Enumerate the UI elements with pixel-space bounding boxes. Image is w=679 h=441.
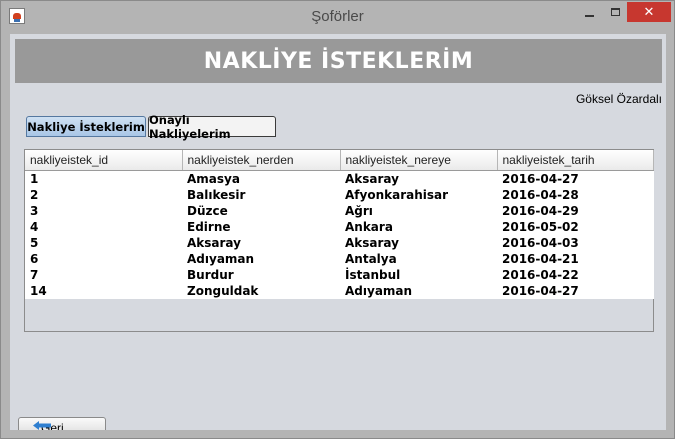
cell-id[interactable]: 2 (25, 187, 182, 203)
maximize-icon (610, 8, 620, 16)
page-title: NAKLİYE İSTEKLERİM (15, 39, 662, 83)
tab-nakliye-isteklerim[interactable]: Nakliye İsteklerim (26, 116, 146, 137)
cell-tarih[interactable]: 2016-04-22 (497, 267, 653, 283)
cell-tarih[interactable]: 2016-04-03 (497, 235, 653, 251)
cell-id[interactable]: 3 (25, 203, 182, 219)
cell-nereye[interactable]: İstanbul (340, 267, 497, 283)
back-arrow-icon (33, 421, 51, 430)
cell-tarih[interactable]: 2016-04-21 (497, 251, 653, 267)
cell-id[interactable]: 7 (25, 267, 182, 283)
cell-nereye[interactable]: Ağrı (340, 203, 497, 219)
cell-tarih[interactable]: 2016-05-02 (497, 219, 653, 235)
cell-nerden[interactable]: Aksaray (182, 235, 340, 251)
minimize-button[interactable] (576, 2, 602, 22)
window-frame: Şoförler ✕ NAKLİYE İSTEKLERİM Göksel Öza… (0, 0, 675, 439)
table-row[interactable]: 6 Adıyaman Antalya 2016-04-21 (25, 251, 653, 267)
cell-nereye[interactable]: Aksaray (340, 171, 497, 188)
window-title: Şoförler (311, 8, 364, 25)
cell-nerden[interactable]: Balıkesir (182, 187, 340, 203)
cell-nereye[interactable]: Aksaray (340, 235, 497, 251)
cell-id[interactable]: 1 (25, 171, 182, 188)
cell-id[interactable]: 6 (25, 251, 182, 267)
cell-id[interactable]: 4 (25, 219, 182, 235)
table-row[interactable]: 2 Balıkesir Afyonkarahisar 2016-04-28 (25, 187, 653, 203)
cell-nerden[interactable]: Amasya (182, 171, 340, 188)
cell-tarih[interactable]: 2016-04-29 (497, 203, 653, 219)
title-bar[interactable]: Şoförler ✕ (1, 1, 674, 35)
cell-id[interactable]: 5 (25, 235, 182, 251)
user-name: Göksel Özardalı (575, 92, 662, 106)
cell-nerden[interactable]: Burdur (182, 267, 340, 283)
table-row[interactable]: 7 Burdur İstanbul 2016-04-22 (25, 267, 653, 283)
cell-tarih[interactable]: 2016-04-28 (497, 187, 653, 203)
back-button[interactable]: Geri (18, 417, 106, 430)
cell-nereye[interactable]: Ankara (340, 219, 497, 235)
cell-nerden[interactable]: Adıyaman (182, 251, 340, 267)
requests-table[interactable]: nakliyeistek_id nakliyeistek_nerden nakl… (25, 150, 654, 299)
maximize-button[interactable] (602, 2, 628, 22)
table-row[interactable]: 5 Aksaray Aksaray 2016-04-03 (25, 235, 653, 251)
cell-nereye[interactable]: Antalya (340, 251, 497, 267)
column-header-tarih[interactable]: nakliyeistek_tarih (497, 150, 654, 171)
cell-nerden[interactable]: Zonguldak (182, 283, 340, 299)
cell-nerden[interactable]: Edirne (182, 219, 340, 235)
minimize-icon (584, 15, 594, 17)
cell-nereye[interactable]: Afyonkarahisar (340, 187, 497, 203)
cell-nerden[interactable]: Düzce (182, 203, 340, 219)
tab-panel: nakliyeistek_id nakliyeistek_nerden nakl… (24, 149, 654, 332)
cell-nereye[interactable]: Adıyaman (340, 283, 497, 299)
tab-onayli-nakliyelerim[interactable]: Onaylı Nakliyelerim (148, 113, 276, 141)
close-button[interactable]: ✕ (627, 2, 671, 22)
cell-id[interactable]: 14 (25, 283, 182, 299)
cell-tarih[interactable]: 2016-04-27 (497, 171, 653, 188)
table-row[interactable]: 1 Amasya Aksaray 2016-04-27 (25, 171, 653, 188)
table-row[interactable]: 4 Edirne Ankara 2016-05-02 (25, 219, 653, 235)
client-area: NAKLİYE İSTEKLERİM Göksel Özardalı Nakli… (10, 34, 666, 430)
close-icon: ✕ (643, 4, 655, 20)
table-header-row: nakliyeistek_id nakliyeistek_nerden nakl… (25, 150, 654, 171)
table-row[interactable]: 14 Zonguldak Adıyaman 2016-04-27 (25, 283, 653, 299)
column-header-nereye[interactable]: nakliyeistek_nereye (340, 150, 498, 171)
column-header-nerden[interactable]: nakliyeistek_nerden (182, 150, 341, 171)
table-row[interactable]: 3 Düzce Ağrı 2016-04-29 (25, 203, 653, 219)
column-header-id[interactable]: nakliyeistek_id (25, 150, 183, 171)
cell-tarih[interactable]: 2016-04-27 (497, 283, 653, 299)
